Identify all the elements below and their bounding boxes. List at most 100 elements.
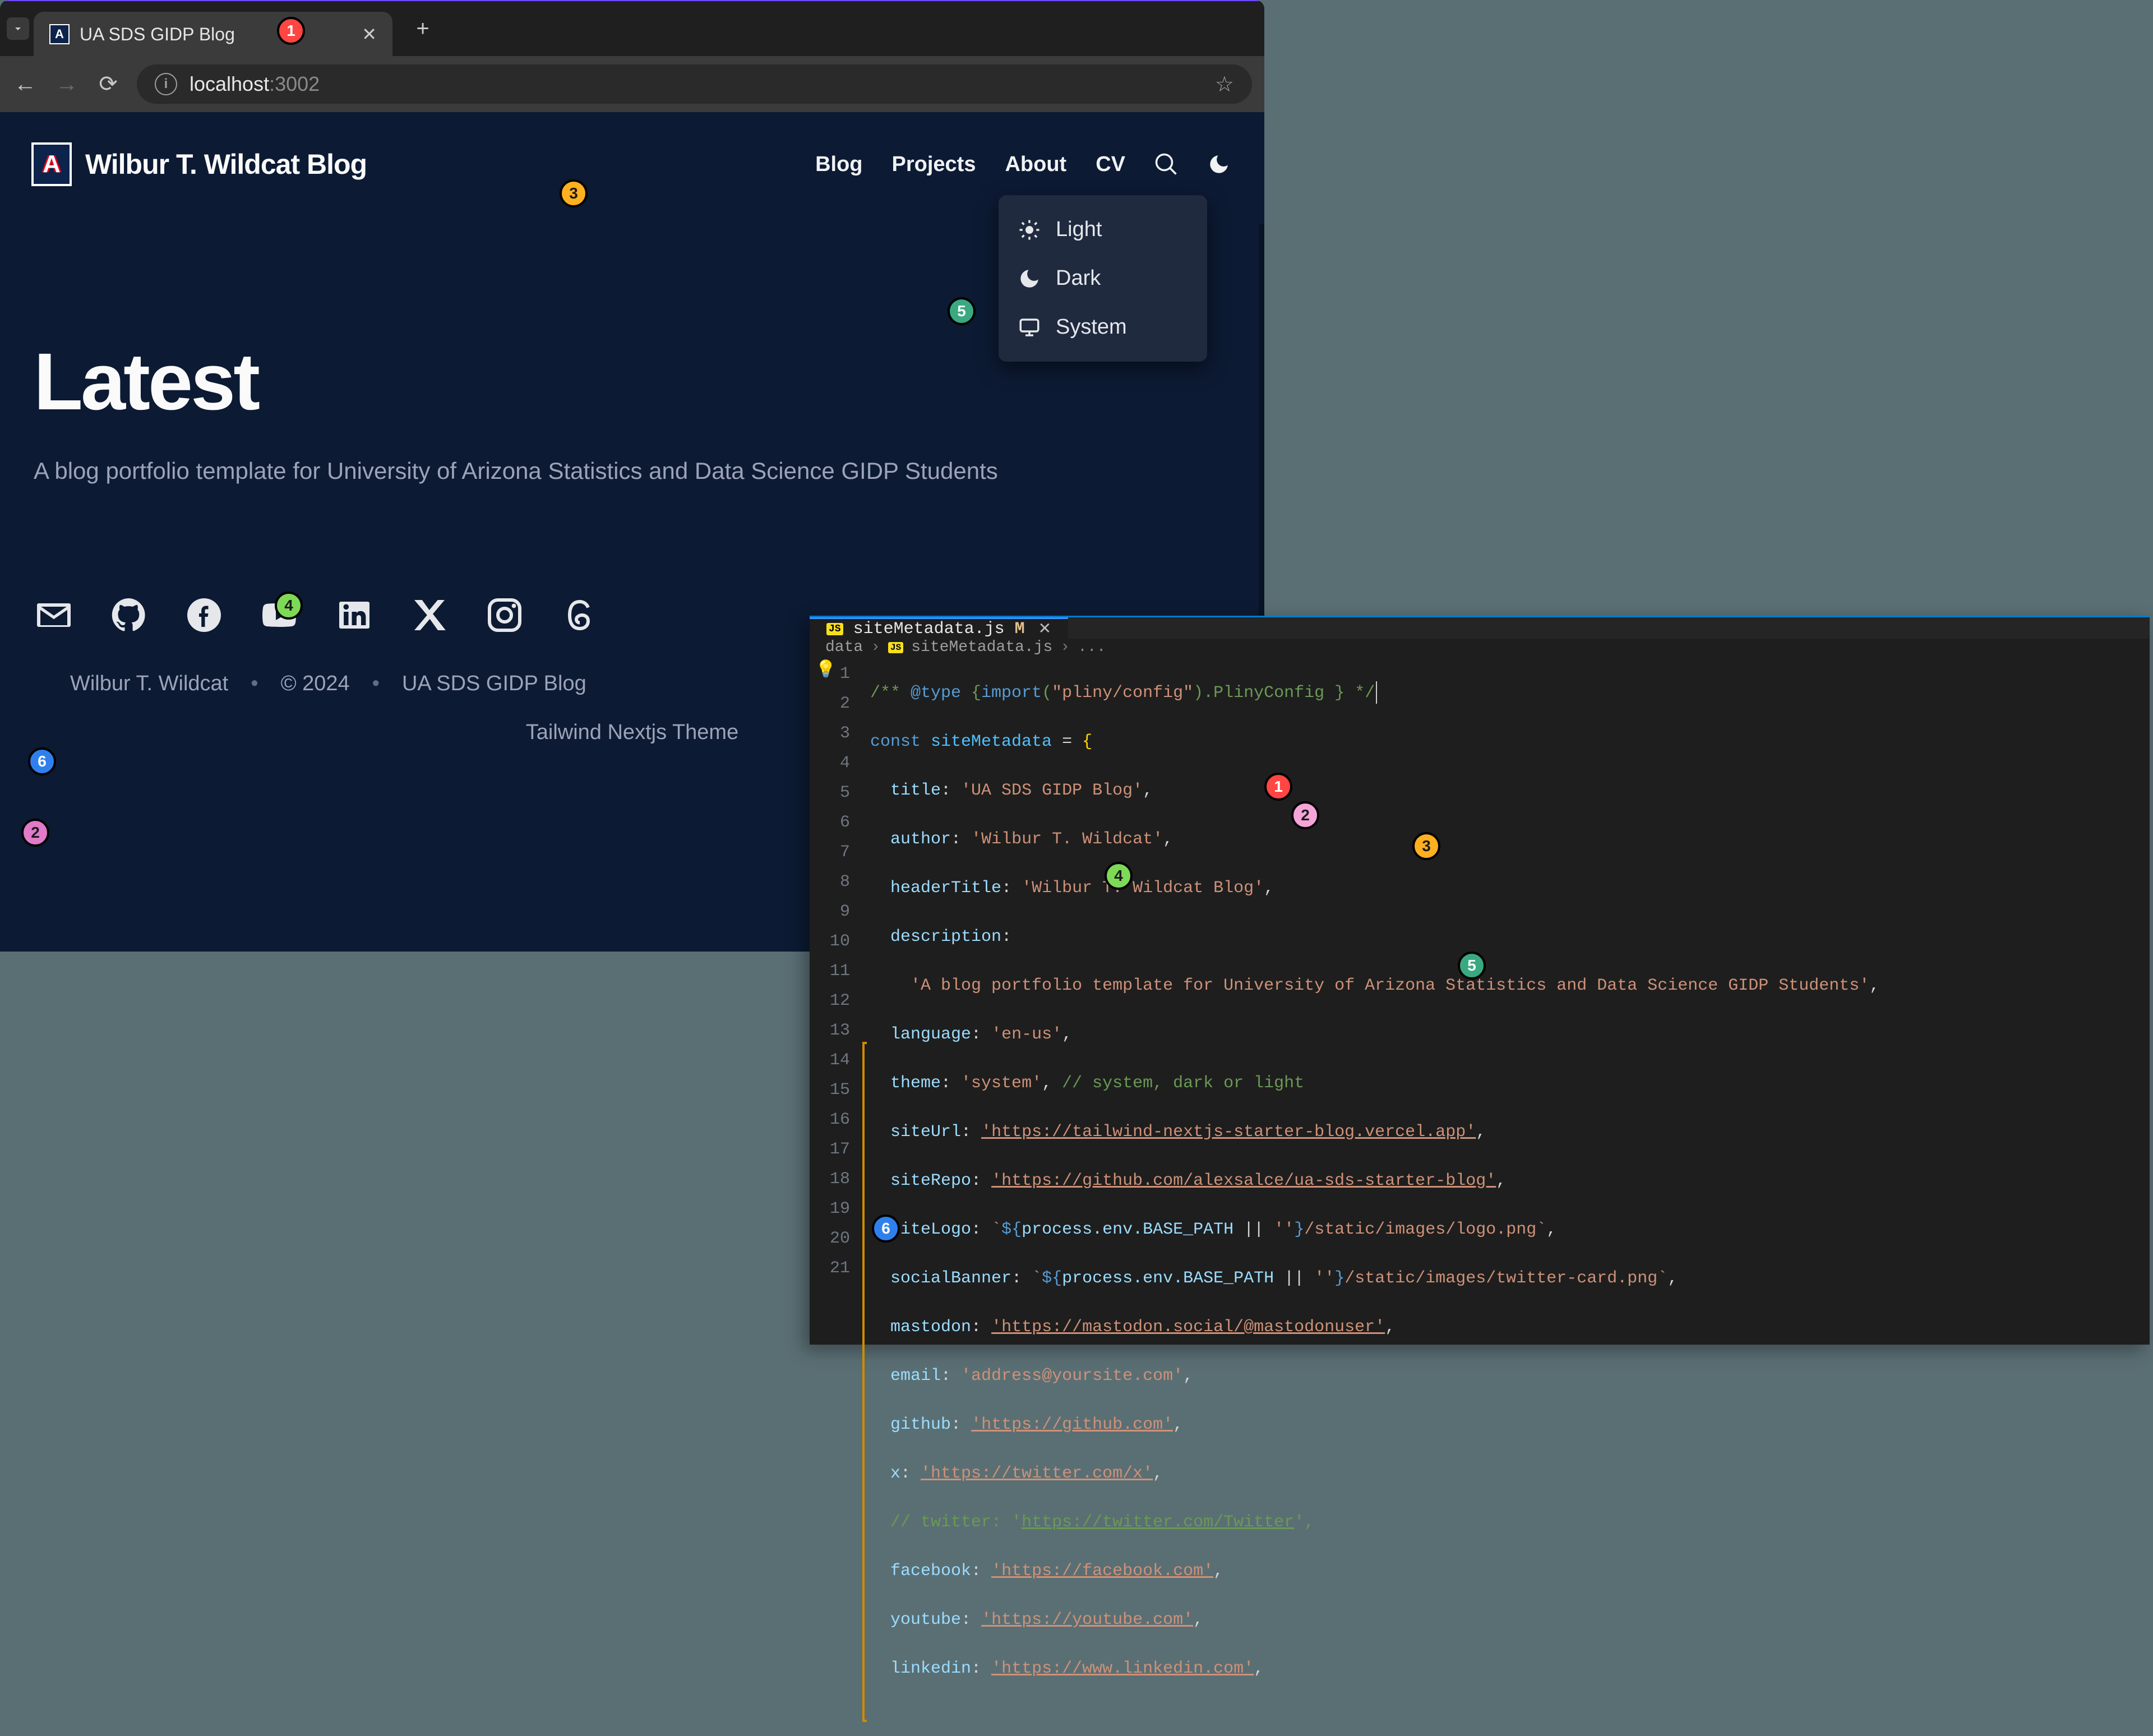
line-gutter: 123456789101112131415161718192021 [810,656,860,1722]
editor-body[interactable]: 💡 123456789101112131415161718192021 /** … [810,656,2150,1722]
breadcrumb-ellipsis[interactable]: ... [1078,639,1106,656]
line-number: 10 [810,927,860,957]
line-number: 13 [810,1016,860,1046]
mail-icon [34,595,74,635]
line-number: 4 [810,749,860,778]
annotation-badge-5: 5 [1458,952,1486,980]
nav-blog[interactable]: Blog [815,153,862,177]
tab-list-expand-button[interactable] [7,17,29,40]
theme-option-light[interactable]: Light [999,205,1207,254]
theme-option-light-label: Light [1056,218,1102,242]
line-number: 21 [810,1254,860,1283]
theme-toggle-button[interactable] [1207,153,1231,176]
address-bar[interactable]: i localhost:3002 ☆ [137,64,1252,104]
annotation-badge-4: 4 [275,592,303,620]
theme-option-system[interactable]: System [999,303,1207,352]
site-header: Wilbur T. Wildcat Blog Blog Projects Abo… [34,145,1231,184]
bookmark-star-icon[interactable]: ☆ [1215,72,1234,97]
nav-links: Blog Projects About CV [815,153,1231,177]
line-number: 2 [810,689,860,719]
code-editor: JS siteMetadata.js M ✕ data › JS siteMet… [810,616,2150,1345]
page-description: A blog portfolio template for University… [34,454,1161,488]
url-text: localhost:3002 [190,72,320,96]
moon-icon [1018,267,1041,290]
social-threads[interactable] [560,595,600,638]
lightbulb-icon[interactable]: 💡 [815,659,836,680]
line-number: 8 [810,867,860,897]
tab-close-button[interactable]: ✕ [362,24,377,45]
footer-copyright: © 2024 [281,672,350,696]
chevron-right-icon: › [1060,639,1070,656]
annotation-badge-2: 2 [1291,801,1319,829]
annotation-badge-4: 4 [1105,862,1133,890]
reload-button[interactable]: ⟳ [95,71,121,97]
tab-title: UA SDS GIDP Blog [80,24,235,45]
sun-icon [1018,218,1041,242]
line-number: 9 [810,897,860,927]
footer-author: Wilbur T. Wildcat [70,672,228,696]
line-number: 5 [810,778,860,808]
annotation-badge-1: 1 [1264,773,1292,801]
social-instagram[interactable] [484,595,525,638]
moon-icon [1207,153,1231,176]
browser-toolbar: ← → ⟳ i localhost:3002 ☆ [0,56,1264,112]
tab-strip: A UA SDS GIDP Blog ✕ + [0,0,1264,56]
forward-button[interactable]: → [54,72,80,97]
new-tab-button[interactable]: + [407,13,438,44]
editor-tab-modified-indicator: M [1015,620,1025,639]
annotation-badge-1: 1 [277,17,305,45]
breadcrumb-dir[interactable]: data [825,639,863,656]
github-icon [109,595,149,635]
js-file-icon: JS [888,642,903,653]
social-facebook[interactable] [184,595,224,638]
annotation-badge-2: 2 [21,819,49,847]
editor-tab[interactable]: JS siteMetadata.js M ✕ [810,617,1068,639]
x-icon [409,595,450,635]
nav-about[interactable]: About [1005,153,1066,177]
social-mail[interactable] [34,595,74,638]
theme-option-dark[interactable]: Dark [999,254,1207,303]
annotation-badge-3: 3 [1412,832,1440,860]
annotation-badge-6: 6 [872,1215,900,1243]
js-file-icon: JS [826,623,843,635]
annotation-badge-6: 6 [28,747,56,775]
linkedin-icon [334,595,375,635]
site-title[interactable]: Wilbur T. Wildcat Blog [85,148,367,181]
line-number: 11 [810,957,860,986]
site-logo[interactable] [34,145,70,184]
line-number: 17 [810,1135,860,1165]
instagram-icon [484,595,525,635]
monitor-icon [1018,316,1041,339]
editor-tab-bar: JS siteMetadata.js M ✕ [810,617,2150,639]
line-number: 14 [810,1046,860,1075]
footer-sep: • [372,672,380,696]
code-content[interactable]: /** @type {import("pliny/config").PlinyC… [870,656,2150,1722]
editor-tab-filename: siteMetadata.js [853,620,1005,639]
nav-projects[interactable]: Projects [892,153,976,177]
facebook-icon [184,595,224,635]
line-number: 7 [810,838,860,867]
chevron-right-icon: › [871,639,880,656]
social-linkedin[interactable] [334,595,375,638]
favicon: A [49,24,70,44]
footer-site-name: UA SDS GIDP Blog [402,672,586,696]
annotation-badge-3: 3 [560,179,588,207]
change-indicator [860,656,870,1722]
theme-menu: Light Dark System [999,195,1207,362]
social-github[interactable] [109,595,149,638]
line-number: 19 [810,1194,860,1224]
search-button[interactable] [1154,153,1178,176]
nav-cv[interactable]: CV [1096,153,1125,177]
breadcrumb-file[interactable]: siteMetadata.js [911,639,1052,656]
browser-tab[interactable]: A UA SDS GIDP Blog ✕ [34,12,392,57]
editor-tab-close-button[interactable]: ✕ [1038,619,1051,639]
theme-option-dark-label: Dark [1056,266,1101,290]
back-button[interactable]: ← [12,72,38,97]
social-x[interactable] [409,595,450,638]
editor-breadcrumbs[interactable]: data › JS siteMetadata.js › ... [810,639,2150,656]
site-info-icon[interactable]: i [155,73,177,95]
line-number: 16 [810,1105,860,1135]
line-number: 18 [810,1165,860,1194]
annotation-badge-5: 5 [948,297,976,325]
line-number: 20 [810,1224,860,1254]
